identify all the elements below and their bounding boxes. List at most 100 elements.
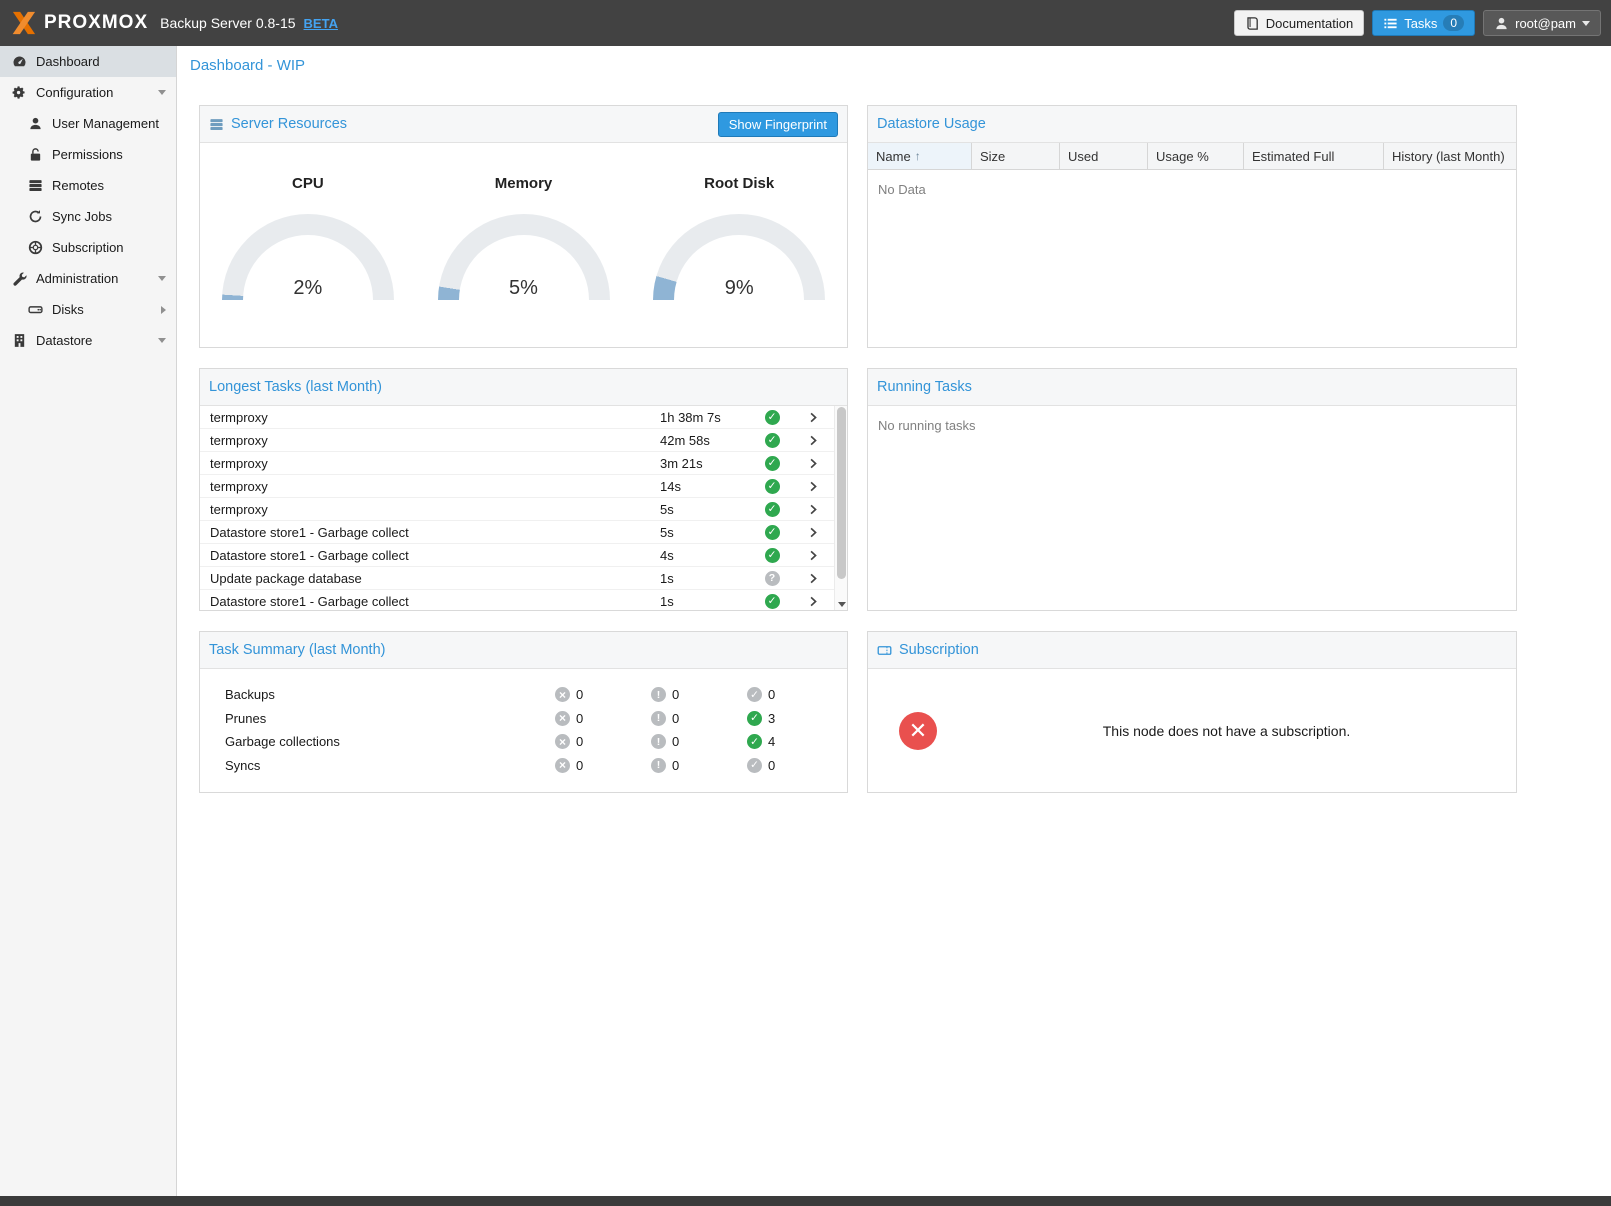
subscription-message: This node does not have a subscription. [937,723,1516,739]
sidebar-item-subscription[interactable]: Subscription [0,232,176,263]
error-count-icon [555,734,570,749]
task-open-chevron[interactable] [792,595,834,608]
column-header-size[interactable]: Size [972,143,1060,169]
sidebar-item-user-management[interactable]: User Management [0,108,176,139]
ok-count: 0 [768,758,775,773]
sidebar-item-datastore[interactable]: Datastore [0,325,176,356]
column-header-usage[interactable]: Usage % [1148,143,1244,169]
column-header-name[interactable]: Name ↑ [868,143,972,169]
task-open-chevron[interactable] [792,480,834,493]
task-open-chevron[interactable] [792,457,834,470]
task-status-icon [765,456,780,471]
beta-link[interactable]: BETA [304,16,338,31]
sidebar-item-disks[interactable]: Disks [0,294,176,325]
gauge-arc: 5% [438,214,610,300]
task-open-chevron[interactable] [792,503,834,516]
user-menu-button[interactable]: root@pam [1483,10,1601,36]
bottom-strip [0,1196,1611,1206]
chevron-down-icon [158,338,166,343]
scrollbar-down-arrow-icon[interactable] [838,602,846,607]
tasks-button[interactable]: Tasks 0 [1372,10,1475,36]
task-row[interactable]: Datastore store1 - Garbage collect 1s [200,590,834,611]
warning-count-icon [651,687,666,702]
documentation-button[interactable]: Documentation [1234,10,1364,36]
sidebar-item-label: Disks [52,302,152,317]
scrollbar-thumb[interactable] [837,407,846,579]
task-name: termproxy [200,456,660,471]
task-duration: 1h 38m 7s [660,410,752,425]
task-name: termproxy [200,410,660,425]
sort-ascending-icon: ↑ [915,149,921,163]
task-summary-panel: Task Summary (last Month) Backups 0 0 0 … [199,631,848,793]
sidebar-item-sync-jobs[interactable]: Sync Jobs [0,201,176,232]
unlock-icon [28,147,43,162]
task-status-icon [765,525,780,540]
task-open-chevron[interactable] [792,526,834,539]
user-icon [1494,16,1509,31]
task-summary-body: Backups 0 0 0 Prunes 0 0 3 Garbage colle… [200,669,847,777]
task-row[interactable]: Update package database 1s [200,567,834,590]
sidebar-item-label: Configuration [36,85,149,100]
sidebar-item-label: Permissions [52,147,166,162]
task-name: Update package database [200,571,660,586]
error-count-icon [555,758,570,773]
column-header-history[interactable]: History (last Month) [1384,143,1516,169]
chevron-down-icon [158,90,166,95]
life-ring-icon [28,240,43,255]
task-row[interactable]: termproxy 3m 21s [200,452,834,475]
gauge-memory: Memory 5% [416,175,632,300]
task-row[interactable]: termproxy 1h 38m 7s [200,406,834,429]
chevron-right-icon [161,306,166,314]
product-version: Backup Server 0.8-15 [160,15,295,31]
column-header-estimated-full[interactable]: Estimated Full [1244,143,1384,169]
task-open-chevron[interactable] [792,572,834,585]
show-fingerprint-button[interactable]: Show Fingerprint [718,112,838,137]
task-row[interactable]: Datastore store1 - Garbage collect 4s [200,544,834,567]
task-duration: 1s [660,594,752,609]
panel-title: Running Tasks [877,379,972,395]
running-tasks-panel: Running Tasks No running tasks [867,368,1517,611]
no-running-tasks-text: No running tasks [868,406,1516,445]
task-row[interactable]: Datastore store1 - Garbage collect 5s [200,521,834,544]
gauge-arc: 9% [653,214,825,300]
refresh-icon [28,209,43,224]
task-status-icon [765,410,780,425]
sidebar-item-label: User Management [52,116,166,131]
summary-label: Backups [200,687,555,702]
summary-row: Backups 0 0 0 [200,683,847,707]
chevron-down-icon [158,276,166,281]
gauge-value: 9% [653,277,825,300]
sidebar-item-label: Datastore [36,333,149,348]
task-status-icon [765,594,780,609]
task-status-icon [765,479,780,494]
gauge-label: Root Disk [704,175,774,192]
gauge-label: CPU [292,175,324,192]
task-open-chevron[interactable] [792,549,834,562]
sidebar-item-administration[interactable]: Administration [0,263,176,294]
task-open-chevron[interactable] [792,434,834,447]
sidebar-item-remotes[interactable]: Remotes [0,170,176,201]
dashboard-gauge-icon [12,54,27,69]
datastore-usage-panel: Datastore Usage Name ↑ Size Used Usage %… [867,105,1517,348]
task-row[interactable]: termproxy 14s [200,475,834,498]
gauge-value: 2% [222,277,394,300]
server-icon [28,178,43,193]
column-header-used[interactable]: Used [1060,143,1148,169]
task-duration: 5s [660,502,752,517]
sidebar-item-dashboard[interactable]: Dashboard [0,46,176,77]
vertical-scrollbar[interactable] [834,406,847,611]
book-icon [1245,16,1260,31]
building-icon [12,333,27,348]
task-row[interactable]: termproxy 5s [200,498,834,521]
column-label: Usage % [1156,149,1209,164]
sidebar-item-configuration[interactable]: Configuration [0,77,176,108]
user-icon [28,116,43,131]
ok-count-icon [747,687,762,702]
page-title: Dashboard - WIP [177,46,1611,84]
task-name: termproxy [200,502,660,517]
ok-count: 4 [768,734,775,749]
sidebar-item-permissions[interactable]: Permissions [0,139,176,170]
task-open-chevron[interactable] [792,411,834,424]
task-name: Datastore store1 - Garbage collect [200,594,660,609]
task-row[interactable]: termproxy 42m 58s [200,429,834,452]
